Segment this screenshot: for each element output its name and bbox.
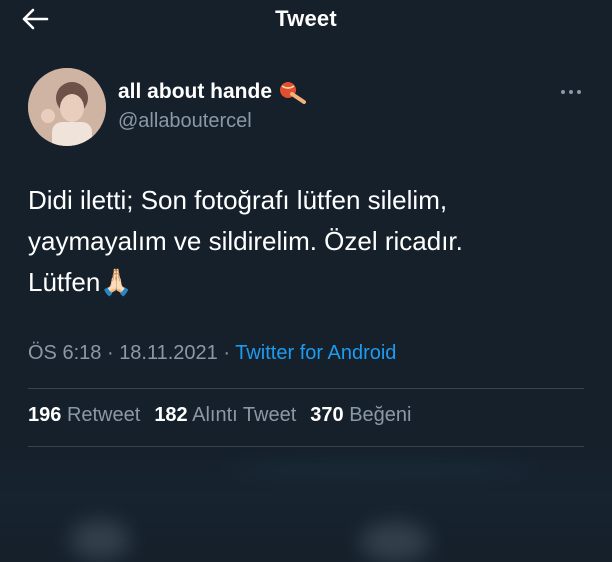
likes-count: 370 [310, 404, 344, 426]
more-horizontal-icon [561, 90, 581, 94]
divider [28, 446, 584, 447]
tweet-meta: ÖS 6:18 · 18.11.2021 · Twitter for Andro… [28, 342, 396, 365]
quote-tweets-stat[interactable]: 182 Alıntı Tweet [154, 404, 296, 427]
avatar-photo [28, 68, 106, 146]
author-handle[interactable]: @allaboutercel [118, 110, 252, 133]
likes-label: Beğeni [349, 404, 412, 426]
avatar[interactable] [28, 68, 106, 146]
tweet-time: ÖS 6:18 [28, 342, 102, 364]
tweet-stats: 196 Retweet 182 Alıntı Tweet 370 Beğeni [28, 404, 412, 427]
meta-separator: · [223, 342, 231, 364]
author-name-row[interactable]: all about hande [118, 80, 307, 104]
tweet-text: Didi iletti; Son fotoğrafı lütfen sileli… [28, 185, 463, 297]
tweet-date: 18.11.2021 [119, 342, 218, 364]
retweets-count: 196 [28, 404, 62, 426]
retweets-stat[interactable]: 196 Retweet [28, 404, 140, 427]
quotes-label: Alıntı Tweet [192, 404, 297, 426]
blurred-icon [360, 522, 430, 562]
tweet-source-link[interactable]: Twitter for Android [235, 342, 396, 364]
top-app-bar: Tweet [0, 0, 612, 40]
blurred-action-bar [0, 450, 612, 562]
blurred-icon [70, 520, 130, 560]
volleyball-emoji-icon [280, 82, 307, 104]
quotes-count: 182 [154, 404, 188, 426]
more-options-button[interactable] [558, 82, 584, 102]
retweets-label: Retweet [66, 404, 141, 426]
author-name: all about hande [118, 80, 273, 103]
likes-stat[interactable]: 370 Beğeni [310, 404, 411, 427]
page-title: Tweet [275, 6, 337, 31]
divider [28, 388, 584, 389]
meta-separator: · [106, 342, 114, 364]
blurred-highlight [220, 460, 540, 480]
